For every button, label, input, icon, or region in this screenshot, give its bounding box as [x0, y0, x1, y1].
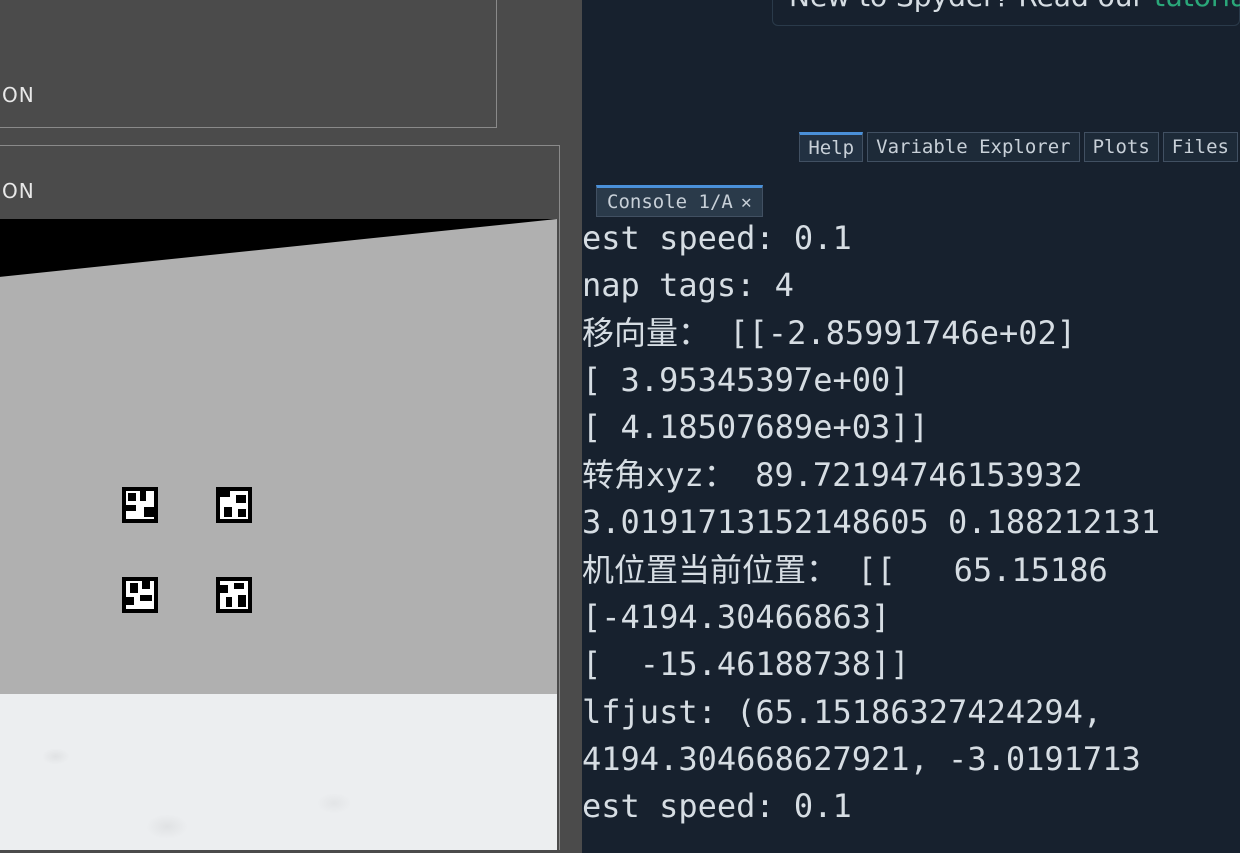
tab-help[interactable]: Help [799, 132, 863, 162]
scene-wall [0, 219, 557, 701]
camera-main-status: ON [2, 179, 35, 203]
camera-panel-top: ON [0, 0, 497, 128]
tab-variable-explorer[interactable]: Variable Explorer [867, 132, 1079, 162]
aruco-tag-icon [122, 577, 158, 613]
camera-panel-area: ON ON [0, 0, 582, 853]
console-tab-label: Console 1/A [607, 191, 733, 213]
camera-panel-main: ON [0, 145, 560, 850]
camera-viewport [0, 219, 557, 850]
banner-text: New to Spyder? Read our [789, 0, 1144, 13]
console-pane: Console 1/A ✕ est speed: 0.1 nap tags: 4… [582, 165, 1240, 853]
aruco-tag-icon [216, 487, 252, 523]
tab-plots[interactable]: Plots [1084, 132, 1159, 162]
aruco-tag-icon [216, 577, 252, 613]
aruco-tag-icon [122, 487, 158, 523]
close-icon[interactable]: ✕ [739, 192, 754, 213]
tab-files[interactable]: Files [1163, 132, 1238, 162]
console-output[interactable]: est speed: 0.1 nap tags: 4 移向量： [[-2.859… [582, 215, 1240, 853]
camera-top-status: ON [2, 83, 35, 107]
pane-tabbar: Help Variable Explorer Plots Files [799, 132, 1240, 162]
tutorial-link[interactable]: tutoria [1154, 0, 1240, 13]
scene-floor [0, 694, 557, 850]
ide-right-pane: New to Spyder? Read our tutoria Help Var… [582, 0, 1240, 853]
console-tab[interactable]: Console 1/A ✕ [596, 185, 763, 217]
welcome-banner: New to Spyder? Read our tutoria [772, 0, 1240, 26]
console-tabbar: Console 1/A ✕ [596, 185, 763, 217]
